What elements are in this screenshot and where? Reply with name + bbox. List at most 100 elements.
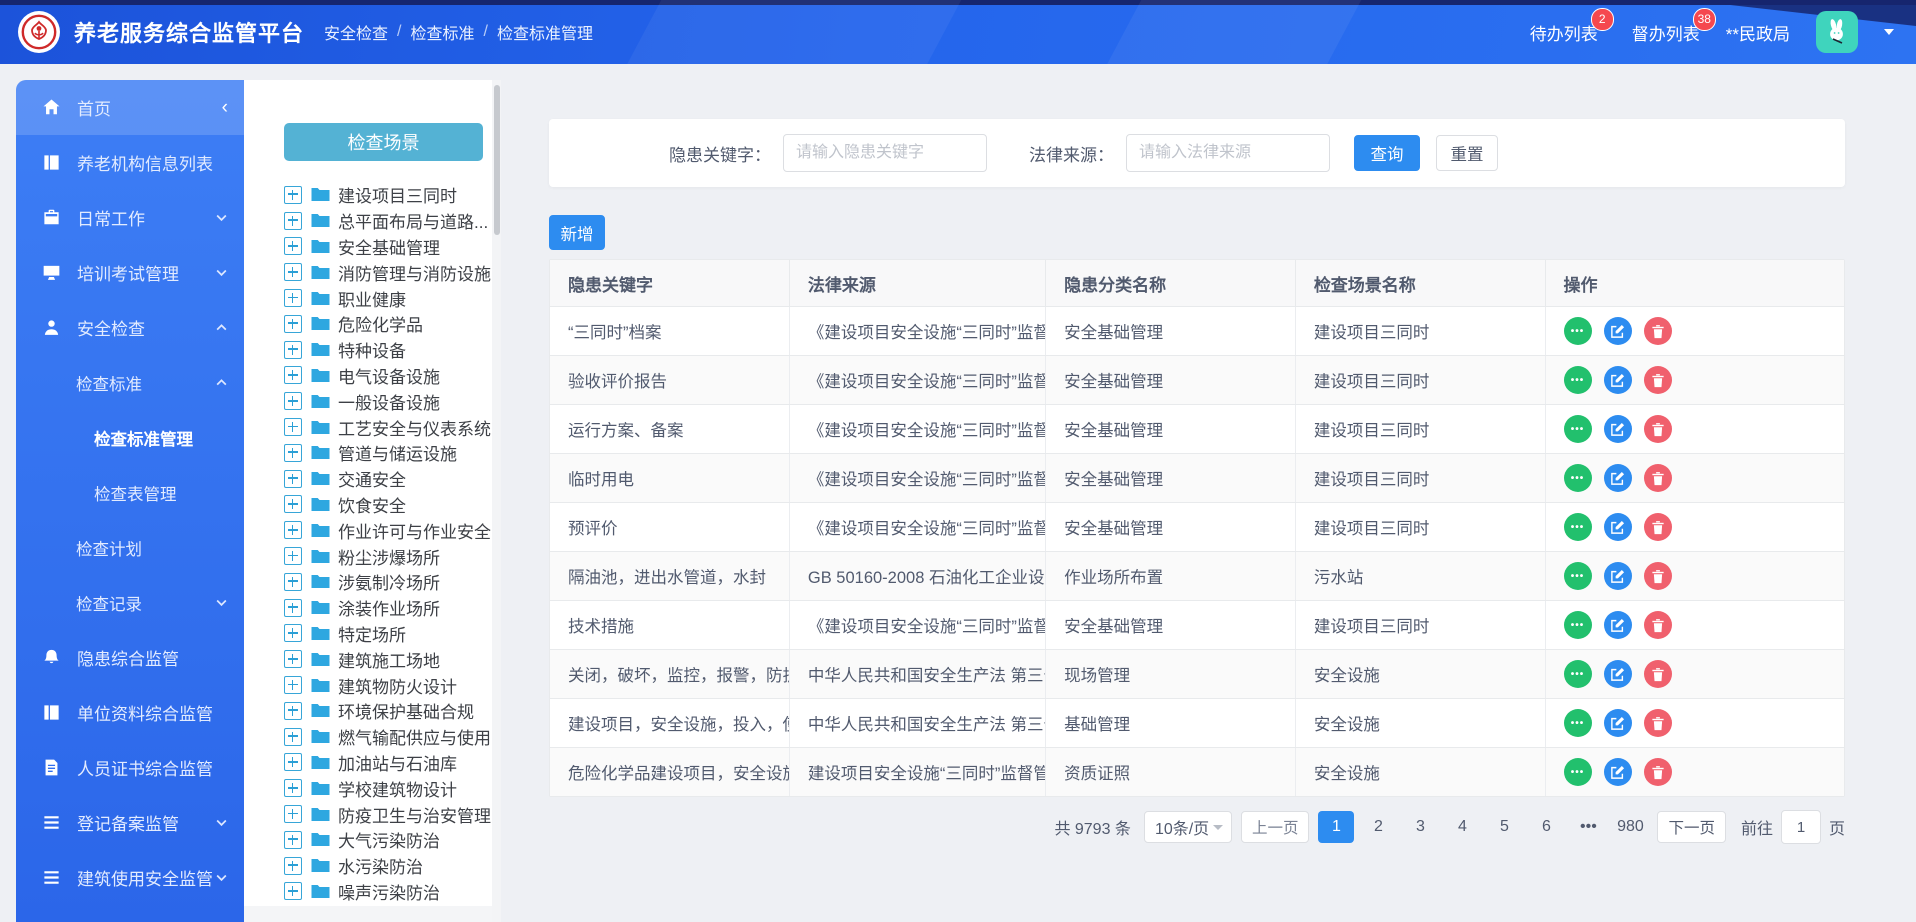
- expand-plus-icon[interactable]: [284, 469, 302, 488]
- page-number[interactable]: 5: [1486, 811, 1522, 843]
- keyword-filter-input[interactable]: [783, 134, 987, 172]
- tree-item[interactable]: 燃气输配供应与使用: [284, 724, 501, 750]
- breadcrumb-item[interactable]: 检查标准管理: [497, 20, 593, 44]
- page-number[interactable]: 3: [1402, 811, 1438, 843]
- expand-plus-icon[interactable]: [284, 830, 302, 849]
- page-number[interactable]: 4: [1444, 811, 1480, 843]
- expand-plus-icon[interactable]: [284, 727, 302, 746]
- expand-plus-icon[interactable]: [284, 521, 302, 540]
- expand-plus-icon[interactable]: [284, 856, 302, 875]
- goto-page-input[interactable]: [1780, 810, 1821, 844]
- add-button[interactable]: 新增: [549, 215, 605, 250]
- expand-plus-icon[interactable]: [284, 701, 302, 720]
- law-filter-input[interactable]: [1126, 134, 1330, 172]
- delete-button[interactable]: [1643, 366, 1672, 394]
- tree-item[interactable]: 饮食安全: [284, 492, 501, 518]
- delete-button[interactable]: [1643, 562, 1672, 590]
- sidebar-item[interactable]: 隐患综合监管: [16, 630, 244, 685]
- page-number[interactable]: 980: [1612, 811, 1648, 843]
- tree-item[interactable]: 建筑施工场地: [284, 646, 501, 672]
- next-page-button[interactable]: 下一页: [1657, 811, 1726, 843]
- expand-plus-icon[interactable]: [284, 418, 302, 437]
- tree-item[interactable]: 交通安全: [284, 466, 501, 492]
- expand-plus-icon[interactable]: [284, 547, 302, 566]
- tree-item[interactable]: 环境保护基础合规: [284, 698, 501, 724]
- tree-item[interactable]: 防疫卫生与治安管理: [284, 801, 501, 827]
- sidebar-item[interactable]: 单位资料综合监管: [16, 685, 244, 740]
- tree-item[interactable]: 管道与储运设施: [284, 440, 501, 466]
- tree-item[interactable]: 建设项目三同时: [284, 182, 501, 208]
- expand-plus-icon[interactable]: [284, 805, 302, 824]
- delete-button[interactable]: [1643, 660, 1672, 688]
- expand-plus-icon[interactable]: [284, 392, 302, 411]
- edit-button[interactable]: [1603, 464, 1632, 492]
- tree-item[interactable]: 消防管理与消防设施: [284, 259, 501, 285]
- tree-item[interactable]: 工艺安全与仪表系统: [284, 414, 501, 440]
- expand-plus-icon[interactable]: [284, 211, 302, 230]
- edit-button[interactable]: [1603, 366, 1632, 394]
- page-number[interactable]: 6: [1528, 811, 1564, 843]
- expand-plus-icon[interactable]: [284, 779, 302, 798]
- expand-plus-icon[interactable]: [284, 263, 302, 282]
- search-button[interactable]: 查询: [1354, 135, 1420, 171]
- sidebar-item[interactable]: 检查标准管理: [16, 410, 244, 465]
- tree-item[interactable]: 危险化学品: [284, 311, 501, 337]
- more-button[interactable]: •••: [1563, 366, 1592, 394]
- expand-plus-icon[interactable]: [284, 340, 302, 359]
- sidebar-item[interactable]: 培训考试管理: [16, 245, 244, 300]
- sidebar-item[interactable]: 检查标准: [16, 355, 244, 410]
- page-number[interactable]: •••: [1570, 811, 1606, 843]
- tree-item[interactable]: 特定场所: [284, 621, 501, 647]
- expand-plus-icon[interactable]: [284, 237, 302, 256]
- expand-plus-icon[interactable]: [284, 650, 302, 669]
- expand-plus-icon[interactable]: [284, 624, 302, 643]
- more-button[interactable]: •••: [1563, 611, 1592, 639]
- more-button[interactable]: •••: [1563, 464, 1592, 492]
- chevron-down-icon[interactable]: [1884, 29, 1894, 35]
- tree-item[interactable]: 特种设备: [284, 337, 501, 363]
- tree-item[interactable]: 涂装作业场所: [284, 595, 501, 621]
- more-button[interactable]: •••: [1563, 758, 1592, 786]
- scene-tree-header-button[interactable]: 检查场景: [284, 123, 483, 161]
- todo-list-link[interactable]: 待办列表 2: [1530, 7, 1614, 45]
- tree-item[interactable]: 建筑物防火设计: [284, 672, 501, 698]
- expand-plus-icon[interactable]: [284, 753, 302, 772]
- delete-button[interactable]: [1643, 611, 1672, 639]
- tree-item[interactable]: 职业健康: [284, 285, 501, 311]
- sidebar-item[interactable]: 检查计划: [16, 520, 244, 575]
- tree-item[interactable]: 电气设备设施: [284, 363, 501, 389]
- expand-plus-icon[interactable]: [284, 366, 302, 385]
- sidebar-item[interactable]: 养老机构信息列表: [16, 135, 244, 190]
- edit-button[interactable]: [1603, 415, 1632, 443]
- delete-button[interactable]: [1643, 415, 1672, 443]
- page-size-select[interactable]: 10条/页: [1143, 811, 1232, 843]
- delete-button[interactable]: [1643, 709, 1672, 737]
- breadcrumb-item[interactable]: 检查标准: [410, 20, 474, 44]
- expand-plus-icon[interactable]: [284, 443, 302, 462]
- more-button[interactable]: •••: [1563, 562, 1592, 590]
- edit-button[interactable]: [1603, 660, 1632, 688]
- edit-button[interactable]: [1603, 562, 1632, 590]
- edit-button[interactable]: [1603, 758, 1632, 786]
- more-button[interactable]: •••: [1563, 709, 1592, 737]
- expand-plus-icon[interactable]: [284, 572, 302, 591]
- avatar[interactable]: [1816, 11, 1858, 53]
- sidebar-item[interactable]: 建筑使用安全监管: [16, 850, 244, 905]
- tree-item[interactable]: 噪声污染防治: [284, 879, 501, 905]
- expand-plus-icon[interactable]: [284, 882, 302, 901]
- supervise-list-link[interactable]: 督办列表 38: [1632, 7, 1716, 45]
- sidebar-item[interactable]: 安全检查: [16, 300, 244, 355]
- more-button[interactable]: •••: [1563, 513, 1592, 541]
- edit-button[interactable]: [1603, 317, 1632, 345]
- expand-plus-icon[interactable]: [284, 185, 302, 204]
- delete-button[interactable]: [1643, 513, 1672, 541]
- more-button[interactable]: •••: [1563, 415, 1592, 443]
- edit-button[interactable]: [1603, 709, 1632, 737]
- sidebar-item[interactable]: 登记备案监管: [16, 795, 244, 850]
- tree-item[interactable]: 粉尘涉爆场所: [284, 543, 501, 569]
- more-button[interactable]: •••: [1563, 660, 1592, 688]
- tree-item[interactable]: 大气污染防治: [284, 827, 501, 853]
- expand-plus-icon[interactable]: [284, 676, 302, 695]
- expand-plus-icon[interactable]: [284, 598, 302, 617]
- edit-button[interactable]: [1603, 611, 1632, 639]
